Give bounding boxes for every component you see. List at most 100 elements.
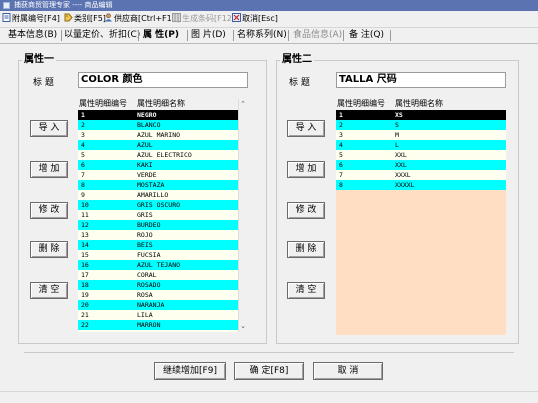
generate-barcode-tool[interactable]: 生成条码[F12]: [172, 11, 235, 27]
row-number-cell: 3: [339, 131, 343, 139]
scroll-down-icon[interactable]: ⌄: [239, 322, 247, 330]
row-name-cell: MOSTAZA: [137, 181, 165, 189]
row-number-cell: 22: [81, 321, 89, 329]
tab-images[interactable]: 图 片(D): [191, 28, 226, 43]
row-name-cell: ROSA: [137, 291, 153, 299]
tab-separator: [138, 30, 139, 41]
table-row[interactable]: 9 AMARILLO: [78, 190, 238, 200]
row-name-cell: KAKI: [137, 161, 153, 169]
table-row[interactable]: 21 LILA: [78, 310, 238, 320]
attribute-two-title-input[interactable]: TALLA 尺码: [336, 72, 506, 88]
row-name-cell: ROSADO: [137, 281, 161, 289]
attribute-two-delete-button[interactable]: 删 除: [287, 241, 325, 258]
attach-number-label: 附属编号[F4]: [12, 14, 60, 23]
row-name-cell: NARANJA: [137, 301, 165, 309]
table-row[interactable]: 1 NEGRO: [78, 110, 238, 120]
attribute-two-name-header: 属性明细名称: [395, 99, 443, 108]
attribute-two-add-button[interactable]: 增 加: [287, 161, 325, 178]
row-number-cell: 17: [81, 271, 89, 279]
tab-basic-info[interactable]: 基本信息(B): [8, 28, 57, 43]
tab-separator: [343, 30, 344, 41]
table-row[interactable]: 16 AZUL TEJANO: [78, 260, 238, 270]
table-row[interactable]: 2 BLANCO: [78, 120, 238, 130]
row-number-cell: 4: [81, 141, 85, 149]
table-row[interactable]: 17 CORAL: [78, 270, 238, 280]
row-name-cell: BLANCO: [137, 121, 161, 129]
person-icon: [105, 13, 112, 22]
table-row[interactable]: 20 NARANJA: [78, 300, 238, 310]
table-row[interactable]: 1 XS: [336, 110, 506, 120]
row-number-cell: 3: [81, 131, 85, 139]
row-name-cell: CORAL: [137, 271, 157, 279]
table-row[interactable]: 7 XXXL: [336, 170, 506, 180]
category-label: 类别[F5]: [74, 14, 106, 23]
table-row[interactable]: 14 BEIS: [78, 240, 238, 250]
table-row[interactable]: 3M: [336, 130, 506, 140]
attribute-two-import-button[interactable]: 导 入: [287, 120, 325, 137]
table-row[interactable]: 8 MOSTAZA: [78, 180, 238, 190]
table-row[interactable]: 11 GRIS: [78, 210, 238, 220]
app-icon: [3, 2, 10, 9]
row-number-cell: 7: [81, 171, 85, 179]
row-name-cell: S: [395, 121, 399, 129]
attribute-two-title-label: 标 题: [289, 78, 310, 88]
row-name-cell: AMARILLO: [137, 191, 169, 199]
tab-separator: [233, 30, 234, 41]
row-number-cell: 8: [339, 181, 343, 189]
table-row[interactable]: 12 BURDEO: [78, 220, 238, 230]
scroll-up-icon[interactable]: ⌃: [239, 100, 247, 108]
category-tool[interactable]: 类别[F5]: [64, 11, 106, 27]
attribute-one-import-button[interactable]: 导 入: [30, 120, 68, 137]
table-row[interactable]: 8 XXXXL: [336, 180, 506, 190]
attribute-one-title-input[interactable]: COLOR 颜色: [78, 72, 248, 88]
attach-number-tool[interactable]: 附属编号[F4]: [2, 11, 60, 27]
tab-food-info[interactable]: 食品信息(A): [293, 28, 342, 43]
row-name-cell: VERDE: [137, 171, 157, 179]
table-row[interactable]: 5 XXL: [336, 150, 506, 160]
table-row[interactable]: 19 ROSA: [78, 290, 238, 300]
table-row[interactable]: 10 GRIS OSCURO: [78, 200, 238, 210]
row-name-cell: XXXXL: [395, 181, 415, 189]
row-name-cell: MARRON: [137, 321, 161, 329]
attribute-two-clear-button[interactable]: 清 空: [287, 282, 325, 299]
attribute-one-scrollbar[interactable]: ⌃ ⌄: [238, 99, 247, 332]
table-row[interactable]: 13 ROJO: [78, 230, 238, 240]
supplier-tool[interactable]: 供应商[Ctrl+F10]: [104, 11, 180, 27]
table-row[interactable]: 2S: [336, 120, 506, 130]
tab-remarks[interactable]: 备 注(Q): [349, 28, 384, 43]
row-number-cell: 19: [81, 291, 89, 299]
attribute-one-edit-button[interactable]: 修 改: [30, 202, 68, 219]
cancel-tool[interactable]: 取消[Esc]: [232, 11, 278, 27]
row-number-cell: 1: [81, 111, 85, 119]
row-name-cell: ROJO: [137, 231, 153, 239]
attribute-two-grid[interactable]: 属性明细编号 属性明细名称 1 XS 2 S 3 M 4 L 5 XXL 6 XXL 7 XXXL 8 XXX…: [336, 99, 506, 335]
table-row[interactable]: 22 MARRON: [78, 320, 238, 330]
table-row[interactable]: 18 ROSADO: [78, 280, 238, 290]
table-row[interactable]: 5 AZUL ELECTRICO: [78, 150, 238, 160]
table-row[interactable]: 15 FUCSIA: [78, 250, 238, 260]
continue-add-button[interactable]: 继续增加[F9]: [154, 362, 226, 380]
tab-attributes[interactable]: 属 性(P): [143, 28, 179, 43]
attribute-one-add-button[interactable]: 增 加: [30, 161, 68, 178]
tab-name-series[interactable]: 名称系列(N): [237, 28, 287, 43]
table-row[interactable]: 6 KAKI: [78, 160, 238, 170]
row-number-cell: 5: [339, 151, 343, 159]
tab-bulk-pricing[interactable]: 以量定价、折扣(C): [64, 28, 140, 43]
tab-separator: [61, 30, 62, 41]
row-number-cell: 9: [81, 191, 85, 199]
cancel-button[interactable]: 取 消: [313, 362, 383, 380]
attribute-one-delete-button[interactable]: 删 除: [30, 241, 68, 258]
table-row[interactable]: 6 XXL: [336, 160, 506, 170]
attribute-two-rows: 1 XS 2 S 3 M 4 L 5 XXL 6 XXL 7 XXXL 8 XXXXL: [336, 110, 506, 335]
confirm-button[interactable]: 确 定[F8]: [234, 362, 304, 380]
table-row[interactable]: 4L: [336, 140, 506, 150]
attribute-one-clear-button[interactable]: 清 空: [30, 282, 68, 299]
table-row[interactable]: 4 AZUL: [78, 140, 238, 150]
attribute-two-edit-button[interactable]: 修 改: [287, 202, 325, 219]
attribute-one-grid[interactable]: 属性明细编号 属性明细名称 1 NEGRO 2 BLANCO 3 AZUL MARINO 4…: [78, 99, 247, 339]
table-row[interactable]: 7 VERDE: [78, 170, 238, 180]
row-name-cell: NEGRO: [137, 111, 157, 119]
row-name-cell: L: [395, 141, 399, 149]
row-number-cell: 18: [81, 281, 89, 289]
table-row[interactable]: 3 AZUL MARINO: [78, 130, 238, 140]
